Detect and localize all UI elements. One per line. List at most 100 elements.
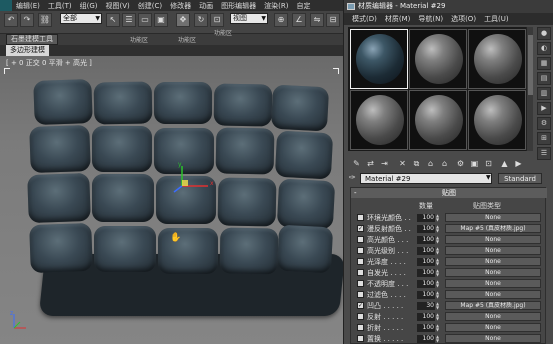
reset-map-icon[interactable]: ✕	[396, 157, 409, 170]
spinner-arrows-icon[interactable]: ▲ ▼	[436, 214, 440, 222]
app-logo-icon[interactable]	[0, 0, 12, 11]
map-enable-checkbox[interactable]	[357, 269, 364, 276]
material-editor-titlebar[interactable]: 材质编辑器 - Material #29	[344, 0, 553, 13]
map-slot-button[interactable]: None	[445, 246, 541, 255]
menu-tools[interactable]: 工具(T)	[48, 1, 72, 11]
spinner-arrows-icon[interactable]: ▲ ▼	[436, 291, 440, 299]
selection-filter-dropdown[interactable]: 全部 ▼	[60, 13, 102, 24]
med-menu-utilities[interactable]: 工具(U)	[484, 14, 509, 24]
menu-modifiers[interactable]: 修改器	[170, 1, 191, 11]
med-menu-navigation[interactable]: 导航(N)	[418, 14, 443, 24]
map-amount-field[interactable]: 100	[417, 258, 435, 266]
get-material-icon[interactable]: ✎	[350, 157, 363, 170]
map-slot-button[interactable]: Map #5 (真皮材质.jpg)	[445, 224, 541, 233]
map-amount-field[interactable]: 30	[417, 302, 435, 310]
spinner-arrows-icon[interactable]: ▲ ▼	[436, 324, 440, 332]
transform-gizmo[interactable]	[168, 160, 218, 196]
spinner-arrows-icon[interactable]: ▲ ▼	[436, 302, 440, 310]
med-menu-options[interactable]: 选项(O)	[451, 14, 476, 24]
map-enable-checkbox[interactable]: ✓	[357, 302, 364, 309]
eyedropper-icon[interactable]: ✑	[349, 173, 356, 182]
spinner-arrows-icon[interactable]: ▲ ▼	[436, 225, 440, 233]
menu-create[interactable]: 创建(C)	[138, 1, 162, 11]
backlight-icon[interactable]: ◐	[537, 42, 551, 55]
go-forward-sibling-icon[interactable]: ▶	[512, 157, 525, 170]
video-color-check-icon[interactable]: ▥	[537, 87, 551, 100]
map-amount-field[interactable]: 100	[417, 214, 435, 222]
snap-icon[interactable]: ∠	[292, 13, 306, 27]
menu-rendering[interactable]: 渲染(R)	[264, 1, 288, 11]
spinner-arrows-icon[interactable]: ▲ ▼	[436, 236, 440, 244]
put-to-library-icon[interactable]: ⌂	[438, 157, 451, 170]
map-slot-button[interactable]: None	[445, 312, 541, 321]
map-slot-button[interactable]: None	[445, 213, 541, 222]
map-enable-checkbox[interactable]	[357, 335, 364, 342]
material-name-field[interactable]: Material #29	[360, 173, 492, 184]
spinner-arrows-icon[interactable]: ▲ ▼	[436, 280, 440, 288]
map-amount-field[interactable]: 100	[417, 280, 435, 288]
med-menu-material[interactable]: 材质(M)	[385, 14, 411, 24]
map-slot-button[interactable]: None	[445, 268, 541, 277]
menu-group[interactable]: 组(G)	[80, 1, 98, 11]
scale-icon[interactable]: ⊡	[210, 13, 224, 27]
material-slot-4[interactable]	[350, 90, 408, 150]
material-type-button[interactable]: Standard	[498, 173, 542, 184]
material-id-icon[interactable]: ⚙	[454, 157, 467, 170]
link-icon[interactable]: ⛓	[38, 13, 52, 27]
map-enable-checkbox[interactable]	[357, 280, 364, 287]
material-slot-6[interactable]	[468, 90, 526, 150]
sample-type-icon[interactable]: ●	[537, 27, 551, 40]
make-copy-icon[interactable]: ⧉	[410, 157, 423, 170]
options-icon[interactable]: ⚙	[537, 117, 551, 130]
undo-icon[interactable]: ↶	[4, 13, 18, 27]
material-navigator-icon[interactable]: ☰	[537, 147, 551, 160]
chevron-down-icon[interactable]: ▼	[486, 174, 491, 181]
make-preview-icon[interactable]: ▶	[537, 102, 551, 115]
align-icon[interactable]: ⊟	[326, 13, 340, 27]
map-amount-field[interactable]: 100	[417, 291, 435, 299]
map-slot-button[interactable]: None	[445, 334, 541, 343]
map-amount-field[interactable]: 100	[417, 236, 435, 244]
map-slot-button[interactable]: Map #5 (真皮材质.jpg)	[445, 301, 541, 310]
spinner-arrows-icon[interactable]: ▲ ▼	[436, 313, 440, 321]
spinner-arrows-icon[interactable]: ▲ ▼	[436, 258, 440, 266]
map-enable-checkbox[interactable]	[357, 236, 364, 243]
viewport-perspective[interactable]: [ + 0 正交 0 平滑 + 高光 ] y x ✋ z	[0, 56, 343, 344]
map-slot-button[interactable]: None	[445, 290, 541, 299]
material-slot-3[interactable]	[468, 29, 526, 89]
ribbon-tab-graphite[interactable]: 石墨建模工具	[6, 34, 58, 45]
map-enable-checkbox[interactable]	[357, 291, 364, 298]
background-icon[interactable]: ▦	[537, 57, 551, 70]
map-slot-button[interactable]: None	[445, 257, 541, 266]
ribbon-subtab-polygon-modeling[interactable]: 多边形建模	[6, 45, 49, 56]
map-amount-field[interactable]: 100	[417, 324, 435, 332]
material-slot-2[interactable]	[409, 29, 467, 89]
material-slot-1[interactable]	[350, 29, 408, 89]
slots-scrollbar[interactable]	[526, 27, 533, 151]
menu-customize[interactable]: 自定	[296, 1, 310, 11]
map-amount-field[interactable]: 100	[417, 313, 435, 321]
map-enable-checkbox[interactable]	[357, 313, 364, 320]
map-amount-field[interactable]: 100	[417, 247, 435, 255]
scrollbar-thumb[interactable]	[528, 35, 533, 95]
rect-selection-icon[interactable]: ▭	[138, 13, 152, 27]
select-by-material-icon[interactable]: ⊞	[537, 132, 551, 145]
put-material-icon[interactable]: ⇄	[364, 157, 377, 170]
menu-edit[interactable]: 编辑(E)	[16, 1, 40, 11]
pivot-icon[interactable]: ⊕	[274, 13, 288, 27]
menu-view[interactable]: 视图(V)	[106, 1, 130, 11]
viewport-label[interactable]: [ + 0 正交 0 平滑 + 高光 ]	[6, 58, 92, 68]
map-amount-field[interactable]: 100	[417, 225, 435, 233]
map-enable-checkbox[interactable]	[357, 214, 364, 221]
make-unique-icon[interactable]: ⌂	[424, 157, 437, 170]
map-enable-checkbox[interactable]: ✓	[357, 225, 364, 232]
map-amount-field[interactable]: 100	[417, 335, 435, 343]
select-by-name-icon[interactable]: ☰	[122, 13, 136, 27]
map-slot-button[interactable]: None	[445, 279, 541, 288]
select-object-icon[interactable]: ↖	[106, 13, 120, 27]
move-icon[interactable]: ✥	[176, 13, 190, 27]
med-menu-mode[interactable]: 模式(D)	[352, 14, 377, 24]
uv-tiling-icon[interactable]: ▤	[537, 72, 551, 85]
map-slot-button[interactable]: None	[445, 323, 541, 332]
material-slot-5[interactable]	[409, 90, 467, 150]
